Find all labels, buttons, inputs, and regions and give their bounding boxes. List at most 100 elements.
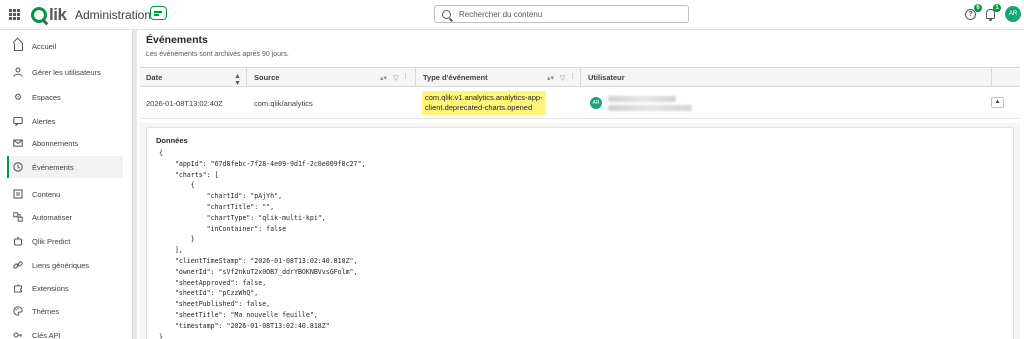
table-row[interactable]: 2026-01-08T13:02:40Z com.qlik/analytics … [140, 87, 1020, 119]
sidebar-item-label: Automatiser [32, 212, 73, 222]
json-line: "chartTitle": "", [159, 202, 275, 211]
sidebar-item-liens-generiques[interactable]: Liens génériques [7, 254, 123, 276]
sort-icon[interactable]: ▲ ▼ [234, 73, 241, 87]
search-icon [442, 9, 451, 19]
json-line: "sheetTitle": "Ma nouvelle feuille", [159, 310, 318, 319]
key-icon [13, 330, 23, 339]
json-line: "chartType": "qlik-multi-kpi", [159, 213, 326, 222]
column-divider [580, 68, 581, 88]
sidebar-item-evenements[interactable]: Événements [7, 156, 123, 178]
column-header-user[interactable]: Utilisateur [582, 68, 625, 88]
sidebar-item-label: Gérer les utilisateurs [32, 67, 101, 77]
events-table: Date ▲ ▼ Source ▴▾ ▽ ⁞ Type d'événement ▴… [140, 67, 1020, 119]
app-launcher-icon[interactable] [9, 9, 20, 20]
sidebar-item-themes[interactable]: Thèmes [7, 300, 123, 322]
sidebar-item-label: Extensions [32, 283, 69, 293]
sidebar-scrollbar[interactable] [133, 30, 137, 339]
cell-date: 2026-01-08T13:02:40Z [146, 98, 223, 108]
collapse-row-button[interactable]: ▲ [991, 97, 1004, 108]
sidebar-item-label: Clés API [32, 330, 61, 339]
predict-icon [13, 236, 23, 246]
sidebar-item-contenu[interactable]: Contenu [7, 183, 123, 205]
json-line: "clientTimeStamp": "2026-01-08T13:02:40.… [159, 256, 358, 265]
cell-user: AR [584, 87, 692, 119]
event-type-column-tools: ▴▾ ▽ ⁞ [547, 74, 573, 82]
link-icon [13, 260, 23, 270]
home-icon [13, 41, 23, 51]
cell-event-type: com.qlik.v1.analytics.analytics-app- cli… [416, 87, 546, 119]
json-line: } [159, 235, 195, 244]
sidebar-item-qlik-predict[interactable]: Qlik Predict [7, 230, 123, 252]
json-payload: { "appId": "67d8febc-7f28-4e09-9d1f-2c0e… [159, 148, 365, 339]
app-title: Administration [75, 8, 152, 22]
sidebar-item-accueil[interactable]: Accueil [7, 35, 123, 57]
gear-icon: ⚙ [13, 91, 23, 102]
user-icon [13, 67, 23, 77]
event-type-line-2: client.deprecated-charts.opened [425, 103, 533, 112]
source-column-tools: ▴▾ ▽ ⁞ [380, 74, 406, 82]
sidebar-item-label: Événements [32, 162, 74, 172]
page-subtitle: Les événements sont archivés après 90 jo… [146, 51, 289, 58]
json-line: "timestamp": "2026-01-08T13:02:40.818Z" [159, 321, 330, 330]
column-divider [991, 68, 992, 88]
avatar: AR [590, 97, 602, 109]
search-input[interactable] [459, 9, 679, 19]
document-icon [13, 189, 23, 199]
column-header-date[interactable]: Date [140, 68, 162, 88]
event-type-highlight: com.qlik.v1.analytics.analytics-app- cli… [422, 91, 546, 115]
event-details-panel: Données { "appId": "67d8febc-7f28-4e09-9… [140, 123, 1020, 339]
sidebar-item-label: Alertes [32, 116, 56, 126]
json-line: "inContainer": false [159, 224, 287, 233]
automation-icon [13, 212, 23, 222]
sidebar-item-users[interactable]: Gérer les utilisateurs [7, 61, 123, 83]
json-line: "sheetId": "pCzzWhQ", [159, 289, 259, 298]
json-line: "appId": "67d8febc-7f28-4e09-9d1f-2c0e00… [159, 159, 366, 168]
sidebar-item-label: Espaces [32, 92, 61, 102]
json-line: "sheetApproved": false, [159, 278, 267, 287]
json-line: "sheetPublished": false, [159, 300, 271, 309]
sort-icon[interactable]: ▴▾ [380, 74, 387, 82]
extensions-icon [13, 283, 23, 293]
sidebar-item-label: Abonnements [32, 138, 79, 148]
help-badge: 6 [974, 4, 982, 12]
sidebar-item-extensions[interactable]: Extensions [7, 277, 123, 299]
column-header-event-type[interactable]: Type d'événement [417, 68, 488, 88]
search-box[interactable] [434, 5, 689, 23]
qlik-logo[interactable]: lik [31, 5, 67, 25]
table-header: Date ▲ ▼ Source ▴▾ ▽ ⁞ Type d'événement ▴… [140, 67, 1020, 88]
sidebar-item-automatiser[interactable]: Automatiser [7, 206, 123, 228]
column-header-source[interactable]: Source [248, 68, 279, 88]
chat-icon[interactable] [150, 6, 167, 20]
sidebar-item-label: Liens génériques [32, 260, 90, 270]
top-bar: lik Administration ? 6 1 AR [0, 0, 1024, 30]
sidebar-item-cles-api[interactable]: Clés API [7, 324, 123, 339]
json-line: "charts": [ [159, 170, 219, 179]
sidebar-item-alertes[interactable]: Alertes [7, 110, 123, 132]
sidebar-item-label: Qlik Predict [32, 236, 71, 246]
sidebar-item-abonnements[interactable]: Abonnements [7, 132, 123, 154]
column-divider [246, 68, 247, 88]
drag-handle-icon[interactable]: ⁞ [571, 74, 573, 82]
clock-icon [13, 162, 23, 172]
sidebar: Accueil Gérer les utilisateurs ⚙ Espaces… [0, 30, 133, 339]
avatar[interactable]: AR [1005, 6, 1021, 22]
sidebar-item-label: Thèmes [32, 306, 60, 316]
json-line: { [159, 181, 195, 190]
column-divider [415, 68, 416, 88]
palette-icon [13, 306, 23, 316]
sidebar-item-espaces[interactable]: ⚙ Espaces [7, 86, 123, 108]
sort-icon[interactable]: ▴▾ [547, 74, 554, 82]
mail-icon [13, 138, 23, 148]
sidebar-item-label: Contenu [32, 189, 61, 199]
notification-badge: 1 [993, 4, 1001, 12]
filter-icon[interactable]: ▽ [393, 74, 398, 82]
event-details-card: Données { "appId": "67d8febc-7f28-4e09-9… [146, 127, 1014, 339]
page-title: Événements [146, 34, 208, 46]
json-line: { [159, 149, 163, 157]
cell-source: com.qlik/analytics [254, 98, 313, 108]
redacted-user-info [608, 95, 692, 111]
event-type-line-1: com.qlik.v1.analytics.analytics-app- [425, 93, 543, 102]
filter-icon[interactable]: ▽ [560, 74, 565, 82]
drag-handle-icon[interactable]: ⁞ [404, 74, 406, 82]
sidebar-item-label: Accueil [32, 41, 57, 51]
